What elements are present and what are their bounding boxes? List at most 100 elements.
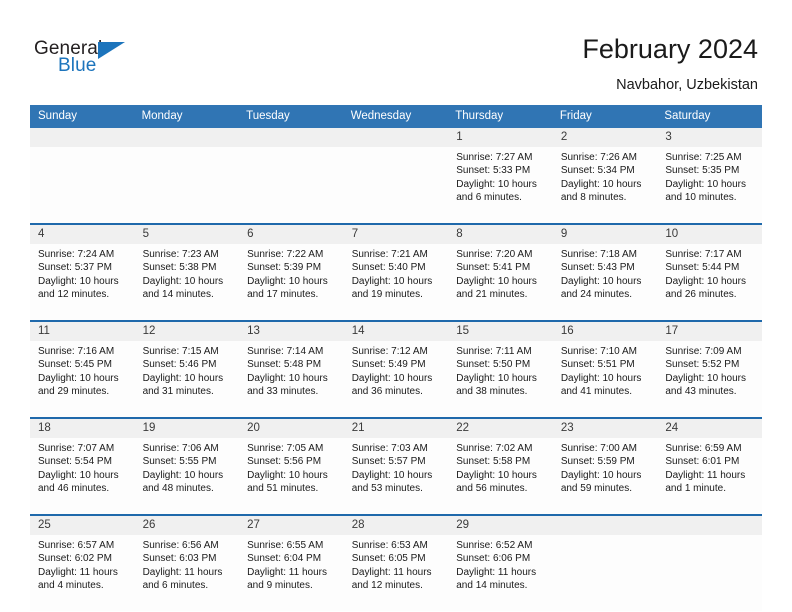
- day-cell[interactable]: [343, 147, 449, 223]
- day-number[interactable]: 22: [448, 419, 553, 438]
- day-cell[interactable]: Sunrise: 7:03 AM Sunset: 5:57 PM Dayligh…: [343, 438, 449, 514]
- day-number[interactable]: 17: [657, 322, 762, 341]
- sunrise-text: Sunrise: 7:07 AM: [38, 443, 115, 454]
- day-number[interactable]: 29: [448, 516, 553, 535]
- day-number[interactable]: [657, 516, 762, 535]
- day-cell[interactable]: Sunrise: 7:12 AM Sunset: 5:49 PM Dayligh…: [343, 341, 449, 417]
- day-number[interactable]: 23: [552, 419, 658, 438]
- day-number[interactable]: 14: [343, 322, 449, 341]
- day-number[interactable]: 18: [30, 419, 135, 438]
- sunset-text: Sunset: 5:41 PM: [456, 262, 531, 274]
- sunset-text: Sunset: 5:40 PM: [351, 262, 426, 274]
- day-cell[interactable]: Sunrise: 6:53 AM Sunset: 6:05 PM Dayligh…: [343, 535, 449, 611]
- weekday-header-saturday: Saturday: [657, 105, 762, 128]
- day-cell[interactable]: [30, 147, 135, 223]
- daylight-text-1: Daylight: 10 hours: [560, 469, 642, 481]
- sunrise-text: Sunrise: 7:03 AM: [351, 443, 428, 454]
- day-cell[interactable]: [134, 147, 240, 223]
- day-number[interactable]: 10: [657, 225, 762, 244]
- day-cell[interactable]: Sunrise: 7:20 AM Sunset: 5:41 PM Dayligh…: [448, 244, 553, 320]
- logo-triangle-icon: [98, 42, 125, 59]
- day-number[interactable]: 12: [134, 322, 240, 341]
- day-cell[interactable]: Sunrise: 6:57 AM Sunset: 6:02 PM Dayligh…: [30, 535, 135, 611]
- day-cell[interactable]: Sunrise: 7:26 AM Sunset: 5:34 PM Dayligh…: [552, 147, 658, 223]
- day-number[interactable]: 13: [239, 322, 344, 341]
- sunrise-text: Sunrise: 7:00 AM: [560, 443, 637, 454]
- day-cell[interactable]: Sunrise: 6:52 AM Sunset: 6:06 PM Dayligh…: [448, 535, 553, 611]
- daylight-text-2: and 1 minute.: [665, 483, 726, 495]
- day-cell[interactable]: Sunrise: 7:24 AM Sunset: 5:37 PM Dayligh…: [30, 244, 135, 320]
- day-number[interactable]: [134, 128, 240, 147]
- sunrise-text: Sunrise: 7:27 AM: [456, 152, 533, 163]
- sunset-text: Sunset: 5:35 PM: [665, 165, 740, 177]
- day-cell[interactable]: Sunrise: 7:17 AM Sunset: 5:44 PM Dayligh…: [657, 244, 762, 320]
- day-cell[interactable]: Sunrise: 7:15 AM Sunset: 5:46 PM Dayligh…: [134, 341, 240, 417]
- day-number[interactable]: [30, 128, 135, 147]
- week-date-row: 1 2 3: [30, 128, 762, 147]
- day-number[interactable]: 2: [552, 128, 658, 147]
- sunrise-text: Sunrise: 7:11 AM: [456, 346, 532, 357]
- day-number[interactable]: [552, 516, 658, 535]
- day-cell[interactable]: Sunrise: 7:14 AM Sunset: 5:48 PM Dayligh…: [239, 341, 344, 417]
- day-number[interactable]: [239, 128, 344, 147]
- day-cell[interactable]: Sunrise: 7:23 AM Sunset: 5:38 PM Dayligh…: [134, 244, 240, 320]
- weekday-header-sunday: Sunday: [30, 105, 135, 128]
- day-cell[interactable]: Sunrise: 7:07 AM Sunset: 5:54 PM Dayligh…: [30, 438, 135, 514]
- sunrise-text: Sunrise: 7:17 AM: [665, 249, 742, 260]
- day-cell[interactable]: Sunrise: 7:27 AM Sunset: 5:33 PM Dayligh…: [448, 147, 553, 223]
- day-cell[interactable]: Sunrise: 7:06 AM Sunset: 5:55 PM Dayligh…: [134, 438, 240, 514]
- day-cell[interactable]: Sunrise: 7:10 AM Sunset: 5:51 PM Dayligh…: [552, 341, 658, 417]
- day-cell[interactable]: Sunrise: 7:22 AM Sunset: 5:39 PM Dayligh…: [239, 244, 344, 320]
- sunset-text: Sunset: 5:52 PM: [665, 359, 740, 371]
- day-number[interactable]: 26: [134, 516, 240, 535]
- day-cell[interactable]: Sunrise: 7:25 AM Sunset: 5:35 PM Dayligh…: [657, 147, 762, 223]
- day-number[interactable]: 20: [239, 419, 344, 438]
- day-number[interactable]: 1: [448, 128, 553, 147]
- day-cell[interactable]: [657, 535, 762, 611]
- day-number[interactable]: [343, 128, 449, 147]
- day-number[interactable]: 5: [134, 225, 240, 244]
- day-number[interactable]: 25: [30, 516, 135, 535]
- day-number[interactable]: 24: [657, 419, 762, 438]
- day-number[interactable]: 3: [657, 128, 762, 147]
- week-info-row: Sunrise: 7:24 AM Sunset: 5:37 PM Dayligh…: [30, 244, 762, 320]
- day-cell[interactable]: Sunrise: 6:55 AM Sunset: 6:04 PM Dayligh…: [239, 535, 344, 611]
- day-cell[interactable]: Sunrise: 7:11 AM Sunset: 5:50 PM Dayligh…: [448, 341, 553, 417]
- day-number[interactable]: 19: [134, 419, 240, 438]
- sunset-text: Sunset: 5:49 PM: [351, 359, 426, 371]
- sunset-text: Sunset: 5:56 PM: [247, 456, 322, 468]
- page-title: February 2024: [582, 34, 758, 64]
- day-number[interactable]: 28: [343, 516, 449, 535]
- week-date-row: 18 19 20 21 22 23 24: [30, 419, 762, 438]
- day-number[interactable]: 8: [448, 225, 553, 244]
- day-cell[interactable]: Sunrise: 7:18 AM Sunset: 5:43 PM Dayligh…: [552, 244, 658, 320]
- day-number[interactable]: 11: [30, 322, 135, 341]
- day-cell[interactable]: [552, 535, 658, 611]
- day-cell[interactable]: Sunrise: 6:56 AM Sunset: 6:03 PM Dayligh…: [134, 535, 240, 611]
- day-cell[interactable]: Sunrise: 7:21 AM Sunset: 5:40 PM Dayligh…: [343, 244, 449, 320]
- daylight-text-2: and 10 minutes.: [665, 192, 737, 204]
- sunset-text: Sunset: 6:05 PM: [351, 553, 426, 565]
- day-cell[interactable]: Sunrise: 7:16 AM Sunset: 5:45 PM Dayligh…: [30, 341, 135, 417]
- day-cell[interactable]: [239, 147, 344, 223]
- page-header: General Blue February 2024 Navbahor, Uzb…: [0, 0, 792, 100]
- day-number[interactable]: 27: [239, 516, 344, 535]
- day-number[interactable]: 16: [552, 322, 658, 341]
- day-number[interactable]: 7: [343, 225, 449, 244]
- day-cell[interactable]: Sunrise: 7:09 AM Sunset: 5:52 PM Dayligh…: [657, 341, 762, 417]
- daylight-text-2: and 38 minutes.: [456, 386, 528, 398]
- calendar-table: Sunday Monday Tuesday Wednesday Thursday…: [30, 105, 762, 611]
- day-number[interactable]: 21: [343, 419, 449, 438]
- sunrise-text: Sunrise: 7:05 AM: [247, 443, 324, 454]
- day-cell[interactable]: Sunrise: 6:59 AM Sunset: 6:01 PM Dayligh…: [657, 438, 762, 514]
- day-cell[interactable]: Sunrise: 7:05 AM Sunset: 5:56 PM Dayligh…: [239, 438, 344, 514]
- sunrise-text: Sunrise: 7:26 AM: [560, 152, 637, 163]
- day-cell[interactable]: Sunrise: 7:00 AM Sunset: 5:59 PM Dayligh…: [552, 438, 658, 514]
- day-number[interactable]: 15: [448, 322, 553, 341]
- day-number[interactable]: 4: [30, 225, 135, 244]
- day-number[interactable]: 6: [239, 225, 344, 244]
- general-blue-logo: General Blue: [34, 38, 194, 84]
- week-info-row: Sunrise: 6:57 AM Sunset: 6:02 PM Dayligh…: [30, 535, 762, 611]
- day-number[interactable]: 9: [552, 225, 658, 244]
- day-cell[interactable]: Sunrise: 7:02 AM Sunset: 5:58 PM Dayligh…: [448, 438, 553, 514]
